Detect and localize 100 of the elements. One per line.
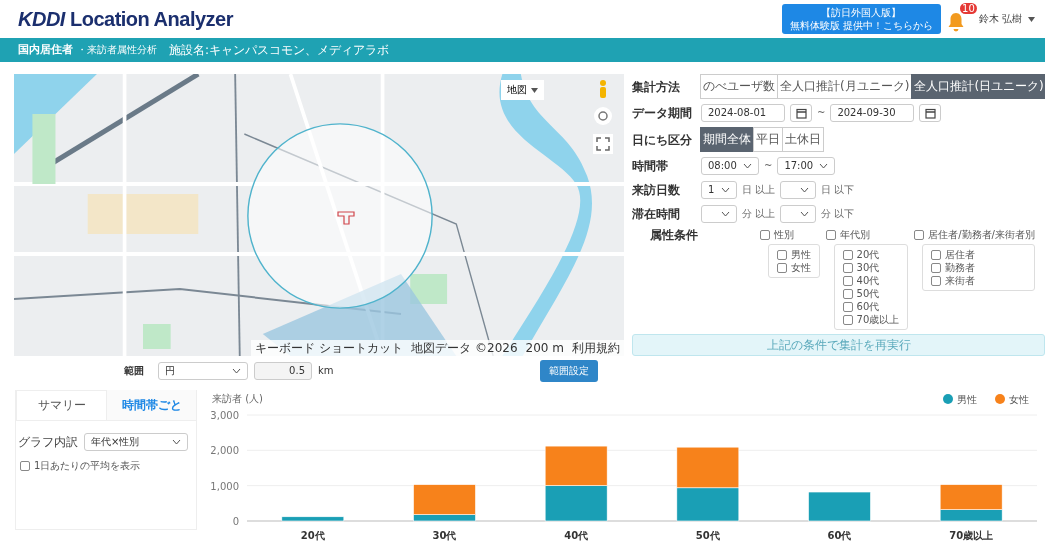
checkbox-label: 20代 xyxy=(856,248,880,261)
checkbox-label: 性別 xyxy=(773,228,794,241)
range-separator: ~ xyxy=(817,106,826,120)
locate-icon[interactable] xyxy=(593,106,613,126)
checkbox[interactable] xyxy=(842,249,853,260)
checkbox-label: 女性 xyxy=(790,261,811,274)
day-type-option[interactable]: 期間全体 xyxy=(700,127,754,152)
checkbox-label: 居住者 xyxy=(945,248,976,261)
unit-label: 分 以上 xyxy=(742,207,776,221)
range-set-button[interactable]: 範囲設定 xyxy=(539,360,598,382)
map-attribution[interactable]: 地図データ ©2026 xyxy=(411,341,518,355)
checkbox[interactable] xyxy=(931,262,942,273)
radius-unit: km xyxy=(318,364,334,378)
calendar-button[interactable] xyxy=(919,104,942,122)
facility-outline-icon xyxy=(336,210,356,226)
category-label: 30代 xyxy=(432,530,457,541)
checkbox-label: 60代 xyxy=(856,300,880,313)
axis-title: 来訪者 (人) xyxy=(212,393,263,404)
chevron-icon xyxy=(743,163,752,169)
chevron-icon xyxy=(819,163,829,169)
category-label: 70歳以上 xyxy=(949,530,994,541)
bell-icon[interactable] xyxy=(946,12,965,32)
tick-label: 3,000 xyxy=(210,410,239,421)
checkbox[interactable] xyxy=(914,229,925,240)
date-field[interactable]: 2024-08-01 xyxy=(701,104,785,122)
checkbox[interactable] xyxy=(842,275,853,286)
checkbox[interactable] xyxy=(842,262,853,273)
caret-icon xyxy=(531,87,538,93)
calendar-button[interactable] xyxy=(790,104,812,122)
unit-label: 日 以下 xyxy=(821,183,855,197)
checkbox-label: 50代 xyxy=(856,287,880,300)
radius-field[interactable]: 0.5 xyxy=(254,362,312,380)
day-type-option[interactable]: 土休日 xyxy=(782,127,824,152)
checkbox-label: 来街者 xyxy=(945,274,976,287)
aggregation-option[interactable]: のべユーザ数 xyxy=(700,74,778,99)
tab[interactable]: サマリー xyxy=(16,390,107,420)
page-subtitle: ・来訪者属性分析 xyxy=(77,43,157,57)
checkbox[interactable] xyxy=(759,229,770,240)
checkbox-label: 男性 xyxy=(790,248,811,261)
calendar-icon xyxy=(795,107,807,119)
promo-button[interactable]: 【訪日外国人版】 無料体験版 提供中！こちらから xyxy=(781,4,941,34)
checkbox-label: 勤務者 xyxy=(945,261,976,274)
day-type-option[interactable]: 平日 xyxy=(753,127,783,152)
user-menu[interactable]: 鈴木 弘樹 xyxy=(978,12,1022,26)
breakdown-label: グラフ内訳 xyxy=(18,435,78,449)
chevron-icon xyxy=(232,368,241,374)
form-label: 日にち区分 xyxy=(632,132,693,147)
chevron-icon xyxy=(172,439,181,445)
form-label: 集計方法 xyxy=(632,79,681,94)
checkbox[interactable] xyxy=(776,249,787,260)
tick-label: 1,000 xyxy=(210,480,239,492)
checkbox[interactable] xyxy=(842,288,853,299)
time-select[interactable]: 08:00 xyxy=(701,157,759,175)
form-label: 滞在時間 xyxy=(632,207,681,221)
aggregation-option[interactable]: 全人口推計(日ユニーク) xyxy=(911,74,1045,99)
unit-label: 日 以上 xyxy=(742,183,776,197)
legend-label: 女性 xyxy=(1009,394,1029,405)
time-select[interactable]: 17:00 xyxy=(777,157,836,175)
form-label: 来訪日数 xyxy=(632,183,681,197)
checkbox-label: 居住者/勤務者/来街者別 xyxy=(928,228,1035,241)
checkbox[interactable] xyxy=(842,301,853,312)
form-label: 時間帯 xyxy=(632,159,669,173)
checkbox[interactable] xyxy=(931,275,942,286)
chevron-icon xyxy=(721,187,730,193)
category-label: 40代 xyxy=(564,530,589,541)
checkbox-label: 1日あたりの平均を表示 xyxy=(34,459,141,472)
chevron-icon xyxy=(800,187,810,193)
caret-icon xyxy=(1028,16,1035,22)
checkbox[interactable] xyxy=(20,460,30,471)
category-label: 20代 xyxy=(300,530,325,541)
category-label: 50代 xyxy=(695,530,720,541)
form-label: 属性条件 xyxy=(650,228,699,242)
checkbox-label: 30代 xyxy=(856,261,880,274)
page-title: 国内居住者 xyxy=(18,43,73,57)
notification-badge: 10 xyxy=(960,3,977,14)
map-attribution[interactable]: 利用規約 xyxy=(572,341,620,355)
checkbox[interactable] xyxy=(842,314,853,325)
chevron-icon xyxy=(721,211,730,217)
tab[interactable]: 時間帯ごと xyxy=(107,390,196,420)
map-type-dropdown[interactable]: 地図 xyxy=(501,80,544,100)
tick-label: 2,000 xyxy=(210,445,239,457)
form-label: データ期間 xyxy=(632,106,693,120)
range-separator: ~ xyxy=(764,159,773,173)
checkbox[interactable] xyxy=(825,229,836,240)
map-attribution[interactable]: キーボード ショートカット xyxy=(255,341,404,355)
shape-select[interactable]: 円 xyxy=(158,362,248,380)
map-attribution[interactable]: 200 m xyxy=(525,341,564,355)
fullscreen-icon[interactable] xyxy=(593,134,613,154)
checkbox[interactable] xyxy=(776,262,787,273)
date-field[interactable]: 2024-09-30 xyxy=(830,104,915,122)
legend-label: 男性 xyxy=(957,394,977,405)
unit-label: 分 以下 xyxy=(821,207,855,221)
checkbox[interactable] xyxy=(931,249,942,260)
category-label: 60代 xyxy=(827,530,852,541)
tick-label: 0 xyxy=(232,516,239,527)
chevron-icon xyxy=(800,211,810,217)
aggregation-option[interactable]: 全人口推計(月ユニーク) xyxy=(777,74,913,99)
min-days-select[interactable]: 1 xyxy=(701,181,737,199)
breakdown-select[interactable]: 年代×性別 xyxy=(84,433,188,451)
range-label: 範囲 xyxy=(124,364,144,378)
